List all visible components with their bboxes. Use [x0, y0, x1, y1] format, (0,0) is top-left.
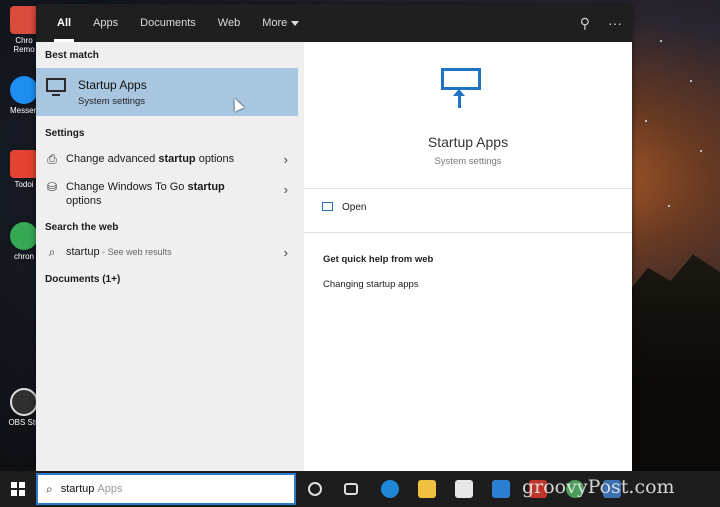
- label-prefix: Change Windows To Go: [66, 181, 188, 193]
- search-icon: ⌕: [46, 481, 53, 496]
- web-search-item[interactable]: ⌕ startup - See web results ›: [36, 245, 298, 263]
- tab-web[interactable]: Web: [207, 4, 251, 42]
- more-options-icon[interactable]: ···: [608, 15, 622, 31]
- label-suffix: options: [195, 153, 235, 165]
- windows-to-go-icon: ⛁: [46, 180, 58, 194]
- arrow-up-icon: [453, 89, 465, 108]
- chevron-down-icon: [291, 20, 300, 26]
- web-search-hint: - See web results: [99, 247, 172, 257]
- tab-label: Documents: [140, 17, 196, 29]
- star: [668, 205, 670, 207]
- tab-documents[interactable]: Documents: [129, 4, 207, 42]
- web-search-label: startup - See web results: [66, 245, 256, 259]
- chevron-right-icon[interactable]: ›: [284, 152, 288, 167]
- settings-item-windows-to-go[interactable]: ⛁ Change Windows To Go startup options ›: [36, 180, 298, 210]
- best-match-heading: Best match: [45, 50, 99, 61]
- search-panel: All Apps Documents Web More ⚲ ··· Best m…: [36, 4, 632, 471]
- label-suffix: options: [66, 195, 102, 207]
- search-icon: ⌕: [48, 245, 56, 259]
- task-view-icon[interactable]: [344, 483, 358, 495]
- web-help-link[interactable]: Changing startup apps: [323, 279, 419, 290]
- star: [690, 80, 692, 82]
- todoist-icon: [10, 150, 38, 178]
- start-button[interactable]: [0, 471, 36, 507]
- monitor-icon: [46, 78, 66, 96]
- best-match-item[interactable]: Startup Apps System settings: [36, 68, 298, 116]
- chrome-remote-icon: [10, 6, 38, 34]
- search-web-heading: Search the web: [45, 222, 119, 233]
- label-highlight: startup: [158, 153, 196, 165]
- settings-item-label: Change advanced startup options: [66, 152, 256, 166]
- divider: [304, 188, 632, 189]
- startup-apps-icon: [441, 68, 481, 90]
- results-list: Best match Startup Apps System settings …: [36, 42, 304, 471]
- tab-label: Apps: [93, 17, 119, 29]
- file-explorer-icon[interactable]: [418, 480, 436, 498]
- divider: [304, 232, 632, 233]
- chevron-right-icon[interactable]: ›: [284, 182, 288, 197]
- taskbar-search-input[interactable]: ⌕ startup Apps: [36, 473, 296, 505]
- chrome-icon: [10, 222, 38, 250]
- tab-apps[interactable]: Apps: [82, 4, 129, 42]
- settings-heading: Settings: [45, 128, 85, 139]
- open-icon: [322, 202, 333, 211]
- star: [645, 120, 647, 122]
- mouse-cursor-icon: [229, 96, 245, 112]
- windows-logo-icon: [11, 482, 25, 496]
- edge-icon[interactable]: [381, 480, 399, 498]
- settings-item-advanced-startup[interactable]: ⎙ Change advanced startup options ›: [36, 152, 298, 170]
- star: [660, 40, 662, 42]
- obs-icon: [10, 388, 38, 416]
- search-tab-bar: All Apps Documents Web More ⚲ ···: [36, 4, 632, 42]
- documents-heading[interactable]: Documents (1+): [36, 274, 120, 285]
- tab-label: Web: [217, 17, 241, 29]
- desktop-wallpaper-mountain: [630, 254, 720, 471]
- web-search-query: startup: [66, 246, 100, 258]
- watermark: groovyPost.com: [522, 476, 675, 498]
- preview-pane: Startup Apps System settings Open Get qu…: [304, 42, 632, 471]
- cortana-icon[interactable]: [308, 482, 322, 496]
- mail-icon[interactable]: [492, 480, 510, 498]
- star: [700, 150, 702, 152]
- feedback-icon[interactable]: ⚲: [580, 15, 590, 32]
- label-prefix: Change advanced: [66, 153, 159, 165]
- label-highlight: startup: [187, 181, 225, 193]
- web-help-heading: Get quick help from web: [323, 254, 434, 265]
- search-suggestion-text: Apps: [97, 483, 123, 495]
- startup-options-icon: ⎙: [47, 152, 57, 166]
- best-match-subtitle: System settings: [78, 96, 146, 107]
- search-typed-text: startup: [60, 483, 95, 495]
- tab-label: All: [57, 17, 72, 29]
- chevron-right-icon[interactable]: ›: [284, 245, 288, 260]
- settings-item-label: Change Windows To Go startup options: [66, 180, 256, 208]
- open-label: Open: [342, 202, 367, 213]
- preview-subtitle: System settings: [434, 156, 502, 167]
- messenger-icon: [10, 76, 38, 104]
- preview-title: Startup Apps: [427, 134, 509, 150]
- tab-bar-actions: ⚲ ···: [580, 4, 622, 42]
- store-icon[interactable]: [455, 480, 473, 498]
- tab-label: More: [262, 17, 288, 29]
- best-match-title: Startup Apps: [78, 78, 147, 92]
- open-action[interactable]: Open: [322, 202, 366, 213]
- tab-more[interactable]: More: [251, 4, 310, 42]
- tab-all[interactable]: All: [46, 4, 82, 42]
